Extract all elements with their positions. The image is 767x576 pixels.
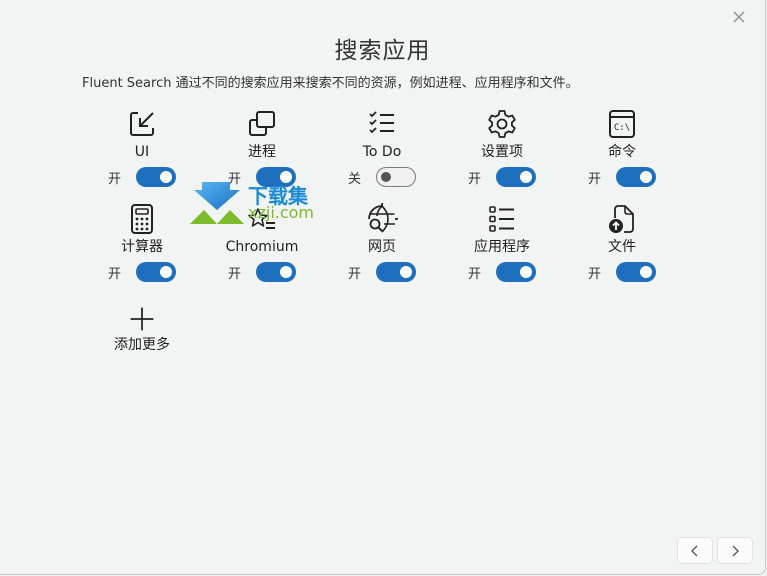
- next-button[interactable]: [717, 537, 753, 564]
- star-list-icon: [248, 208, 275, 229]
- app-label: 网页: [368, 239, 396, 255]
- plus-icon: [130, 307, 154, 331]
- app-label: UI: [134, 144, 150, 160]
- toggle-state-label: 开: [348, 266, 362, 282]
- app-item-todo[interactable]: To Do: [322, 108, 442, 161]
- toggle-row-settings: 开: [468, 167, 536, 187]
- app-label: 命令: [608, 144, 636, 160]
- toggle-switch[interactable]: [136, 262, 176, 282]
- gear-icon: [488, 110, 516, 138]
- toggle-state-label: 开: [228, 171, 242, 187]
- toggle-state-label: 开: [108, 171, 122, 187]
- app-item-command[interactable]: C:\ 命令: [562, 108, 682, 161]
- app-item-calculator[interactable]: 计算器: [82, 203, 202, 256]
- toggle-switch[interactable]: [496, 262, 536, 282]
- page-title: 搜索应用: [334, 38, 431, 64]
- svg-text:C:\: C:\: [614, 123, 630, 133]
- file-upload-icon: [609, 205, 634, 233]
- app-label: 文件: [608, 239, 636, 255]
- toggle-row-web: 开: [348, 262, 416, 282]
- close-button[interactable]: [728, 6, 750, 28]
- app-item-applications[interactable]: 应用程序: [442, 203, 562, 256]
- search-apps-window: 搜索应用 Fluent Search 通过不同的搜索应用来搜索不同的资源，例如进…: [0, 0, 766, 575]
- app-item-files[interactable]: 文件: [562, 203, 682, 256]
- toggle-row-command: 开: [588, 167, 656, 187]
- toggle-switch[interactable]: [256, 262, 296, 282]
- calculator-icon: [131, 204, 153, 234]
- chevron-left-icon: [691, 545, 698, 556]
- toggle-switch[interactable]: [256, 167, 296, 187]
- process-windows-icon: [249, 111, 275, 136]
- ui-pointer-icon: [130, 112, 154, 136]
- add-more-button[interactable]: 添加更多: [100, 305, 184, 354]
- toggle-knob: [640, 266, 652, 278]
- toggle-row-process: 开: [228, 167, 296, 187]
- toggle-row-todo: 关: [348, 167, 416, 187]
- app-label: 设置项: [481, 144, 523, 160]
- toggle-switch[interactable]: [136, 167, 176, 187]
- toggle-knob: [520, 171, 532, 183]
- toggle-state-label: 开: [468, 266, 482, 282]
- toggle-knob: [640, 171, 652, 183]
- page-description: Fluent Search 通过不同的搜索应用来搜索不同的资源，例如进程、应用程…: [82, 76, 579, 91]
- toggle-row-chromium: 开: [228, 262, 296, 282]
- toggle-knob: [520, 266, 532, 278]
- app-label: Chromium: [225, 239, 299, 255]
- toggle-row-files: 开: [588, 262, 656, 282]
- globe-search-icon: [368, 203, 398, 233]
- toggle-row-ui: 开: [108, 167, 176, 187]
- toggle-state-label: 开: [588, 171, 602, 187]
- todo-checklist-icon: [369, 111, 394, 134]
- toggle-knob: [381, 172, 391, 182]
- toggle-state-label: 开: [588, 266, 602, 282]
- toggle-knob: [160, 266, 172, 278]
- app-item-web[interactable]: 网页: [322, 203, 442, 256]
- toggle-state-label: 关: [348, 171, 362, 187]
- app-item-process[interactable]: 进程: [202, 108, 322, 161]
- chevron-right-icon: [732, 545, 739, 556]
- app-item-chromium[interactable]: Chromium: [202, 203, 322, 256]
- toggle-switch[interactable]: [376, 167, 416, 187]
- toggle-knob: [160, 171, 172, 183]
- toggle-state-label: 开: [468, 171, 482, 187]
- previous-button[interactable]: [677, 537, 713, 564]
- toggle-row-applications: 开: [468, 262, 536, 282]
- app-label: 计算器: [121, 239, 163, 255]
- toggle-state-label: 开: [108, 266, 122, 282]
- toggle-switch[interactable]: [496, 167, 536, 187]
- toggle-knob: [400, 266, 412, 278]
- app-label: 应用程序: [474, 239, 530, 255]
- add-more-label: 添加更多: [114, 337, 170, 353]
- toggle-switch[interactable]: [616, 167, 656, 187]
- app-label: To Do: [362, 144, 402, 160]
- toggle-row-calculator: 开: [108, 262, 176, 282]
- app-list-icon: [489, 206, 514, 232]
- app-item-ui[interactable]: UI: [82, 108, 202, 161]
- toggle-switch[interactable]: [616, 262, 656, 282]
- app-label: 进程: [248, 144, 276, 160]
- close-icon: [733, 11, 745, 23]
- toggle-knob: [280, 171, 292, 183]
- toggle-state-label: 开: [228, 266, 242, 282]
- app-item-settings[interactable]: 设置项: [442, 108, 562, 161]
- toggle-knob: [280, 266, 292, 278]
- command-prompt-icon: C:\: [609, 110, 635, 138]
- toggle-switch[interactable]: [376, 262, 416, 282]
